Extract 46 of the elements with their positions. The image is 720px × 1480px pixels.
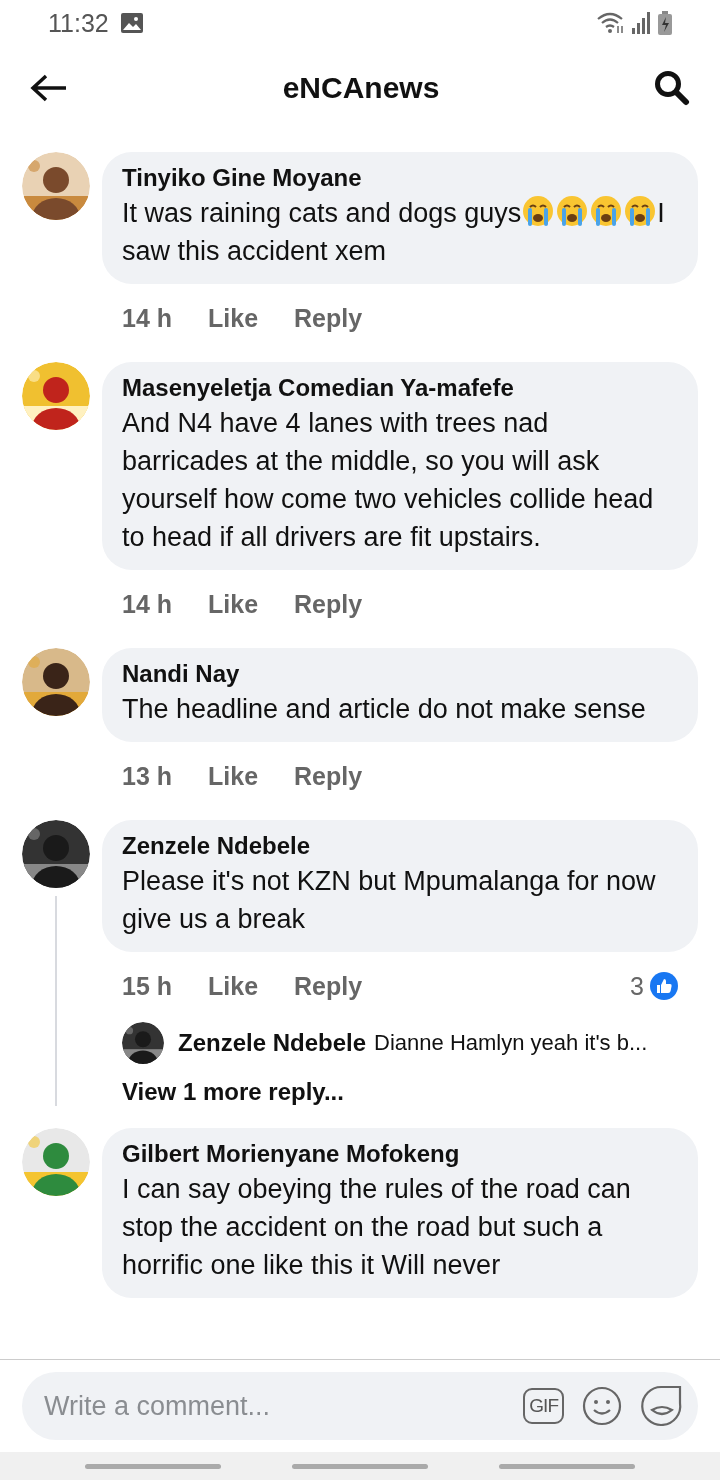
back-button[interactable] — [30, 73, 68, 103]
crying-face-icon — [623, 194, 658, 228]
comment-time: 13 h — [122, 761, 173, 791]
comment-field[interactable]: Write a comment... GIF — [22, 1372, 698, 1440]
like-link[interactable]: Like — [208, 303, 259, 333]
thumbs-up-icon[interactable] — [650, 972, 678, 1000]
reply-author[interactable]: Zenzele Ndebele — [178, 1029, 367, 1057]
reaction-count: 3 — [630, 971, 644, 1001]
author-name[interactable]: Zenzele Ndebele — [122, 832, 678, 860]
page-title: eNCAnews — [281, 71, 441, 105]
gif-button[interactable]: GIF — [523, 1388, 564, 1424]
crying-face-icon — [555, 194, 590, 228]
comment-text: And N4 have 4 lanes with trees nad barricades at the middle, so you will ask yourself how come two vehicles collide head to head if all drivers are fit upstairs. — [122, 408, 654, 552]
like-link[interactable]: Like — [208, 761, 259, 791]
reply-link[interactable]: Reply — [294, 971, 363, 1001]
author-name[interactable]: Masenyeletja Comedian Ya-mafefe — [122, 374, 678, 402]
comment-text: It was raining cats and dogs guys I saw this accident xem — [122, 198, 665, 266]
wifi-icon — [596, 12, 626, 34]
smiley-icon[interactable] — [582, 1386, 622, 1426]
author-name[interactable]: Gilbert Morienyane Mofokeng — [122, 1140, 678, 1168]
nav-handle[interactable] — [292, 1463, 428, 1469]
reply-link[interactable]: Reply — [294, 589, 363, 619]
comment-time: 15 h — [122, 971, 173, 1001]
nav-handle[interactable] — [85, 1463, 222, 1469]
nav-handle[interactable] — [498, 1463, 635, 1469]
comment-text: The headline and article do not make sense — [122, 694, 646, 724]
clock: 11:32 — [48, 8, 109, 38]
like-link[interactable]: Like — [208, 589, 259, 619]
comment-time: 14 h — [122, 303, 173, 333]
author-name[interactable]: Nandi Nay — [122, 660, 678, 688]
comment-text: I can say obeying the rules of the road can stop the accident on the road but such a horrific one like this it Will never — [122, 1174, 631, 1280]
crying-face-icon — [589, 194, 624, 228]
comment-text: Please it's not KZN but Mpumalanga for now give us a break — [122, 866, 656, 934]
search-button[interactable] — [654, 70, 690, 106]
like-link[interactable]: Like — [208, 971, 259, 1001]
reply-link[interactable]: Reply — [294, 761, 363, 791]
image-icon — [120, 13, 143, 33]
author-name[interactable]: Tinyiko Gine Moyane — [122, 164, 678, 192]
signal-icon — [632, 12, 652, 34]
battery-icon — [658, 11, 672, 35]
sticker-icon[interactable] — [640, 1384, 684, 1428]
reply-preview[interactable]: Dianne Hamlyn yeah it's b... — [374, 1030, 648, 1056]
crying-face-icon — [521, 194, 556, 228]
reply-link[interactable]: Reply — [294, 303, 363, 333]
view-more-replies-link[interactable]: View 1 more reply... — [122, 1078, 344, 1106]
comment-time: 14 h — [122, 589, 173, 619]
